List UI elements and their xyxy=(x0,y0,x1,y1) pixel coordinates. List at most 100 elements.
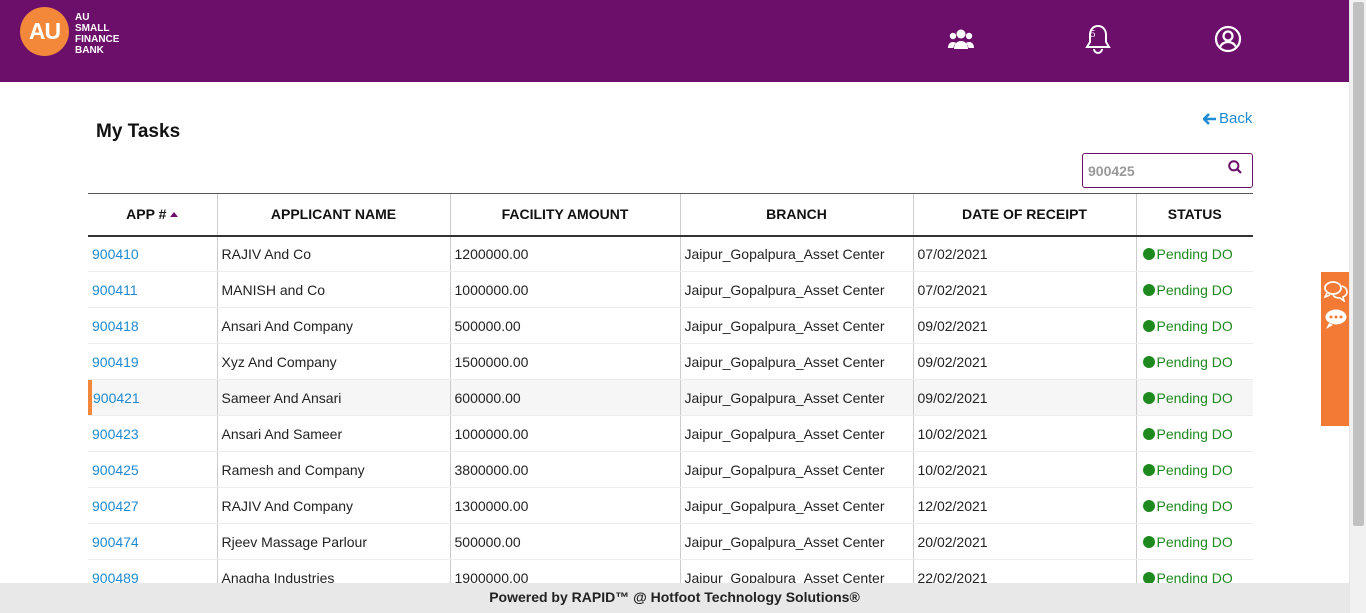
table-row[interactable]: 900427 RAJIV And Company 1300000.00 Jaipur_… xyxy=(88,487,1254,524)
footer: Powered by RAPID™ @ Hotfoot Technology S… xyxy=(0,583,1349,613)
vertical-scrollbar[interactable] xyxy=(1349,0,1366,613)
notification-count: 5 xyxy=(1090,30,1096,40)
table-row[interactable]: 900421 Sameer And Ansari 600000.00 Jaipur_G… xyxy=(88,379,1254,416)
applicant-name-cell: Ansari And Sameer xyxy=(216,415,450,452)
table-row[interactable]: 900423 Ansari And Sameer 1000000.00 Jaipur_… xyxy=(88,415,1253,452)
app-number-link-text[interactable]: 900419 xyxy=(92,354,139,370)
branch-cell: Jaipur_Gopalpura_Asset Center xyxy=(679,523,913,560)
logo-initials: AU xyxy=(28,18,61,44)
date-of-receipt-cell: 09/02/2021 xyxy=(912,307,1136,344)
date-of-receipt-cell: 07/02/2021 xyxy=(912,235,1136,272)
col-facility-amount[interactable]: FACILITY AMOUNT xyxy=(449,193,680,237)
status-cell: Pending DO xyxy=(1135,235,1254,272)
logo-text: AU SMALL FINANCE BANK xyxy=(75,12,135,56)
app-number-link[interactable]: 900423 xyxy=(88,415,217,452)
branch-cell: Jaipur_Gopalpura_Asset Center xyxy=(679,415,913,452)
app-number-link-text[interactable]: 900423 xyxy=(92,426,139,442)
status-badge: Pending DO xyxy=(1141,390,1254,406)
search-input[interactable] xyxy=(1088,162,1223,180)
logo-line: SMALL xyxy=(75,23,110,34)
status-text: Pending DO xyxy=(1156,533,1233,550)
branch-cell: Jaipur_Gopalpura_Asset Center xyxy=(679,379,913,416)
status-dot-icon xyxy=(1142,247,1155,260)
facility-amount-cell: 1000000.00 xyxy=(449,271,680,308)
status-text: Pending DO xyxy=(1156,389,1233,406)
table-row[interactable]: 900474 Rjeev Massage Parlour 500000.00 Jaip… xyxy=(88,523,1253,560)
applicant-name-cell: Ramesh and Company xyxy=(216,451,450,488)
app-number-link[interactable]: 900410 xyxy=(88,235,217,272)
date-of-receipt-cell: 09/02/2021 xyxy=(912,379,1136,416)
status-badge: Pending DO xyxy=(1141,462,1254,478)
app-number-link-text[interactable]: 900418 xyxy=(92,318,139,334)
app-number-link[interactable]: 900418 xyxy=(88,307,217,344)
chat-bubbles-icon[interactable] xyxy=(1323,280,1348,303)
arrow-left-icon xyxy=(1203,112,1216,125)
facility-amount-cell: 500000.00 xyxy=(449,307,680,344)
status-dot-icon xyxy=(1142,427,1155,440)
status-dot-icon xyxy=(1142,319,1155,332)
facility-amount-cell: 1200000.00 xyxy=(449,235,680,272)
status-dot-icon xyxy=(1142,283,1155,296)
logo-line: AU xyxy=(75,12,90,23)
logo-line: BANK xyxy=(75,45,104,56)
col-date-of-receipt[interactable]: DATE OF RECEIPT xyxy=(912,193,1136,237)
status-badge: Pending DO xyxy=(1141,282,1254,298)
status-text: Pending DO xyxy=(1156,425,1233,442)
applicant-name-cell: RAJIV And Co xyxy=(216,235,450,272)
facility-amount-cell: 3800000.00 xyxy=(449,451,680,488)
app-number-link-text[interactable]: 900421 xyxy=(93,390,140,406)
app-number-link[interactable]: 900427 xyxy=(88,487,217,524)
search-icon[interactable] xyxy=(1228,160,1242,179)
app-number-link-text[interactable]: 900474 xyxy=(92,534,139,550)
col-applicant-name[interactable]: APPLICANT NAME xyxy=(216,193,450,237)
col-status[interactable]: STATUS xyxy=(1135,193,1253,237)
applicant-name-cell: Rjeev Massage Parlour xyxy=(216,523,450,560)
status-cell: Pending DO xyxy=(1135,343,1254,380)
app-number-link-text[interactable]: 900410 xyxy=(92,246,139,262)
scrollbar-thumb[interactable] xyxy=(1353,2,1364,526)
facility-amount-cell: 1500000.00 xyxy=(449,343,680,380)
facility-amount-cell: 1300000.00 xyxy=(449,487,680,524)
app-number-link[interactable]: 900419 xyxy=(88,343,217,380)
back-link[interactable]: Back xyxy=(1203,110,1252,127)
logo-line: FINANCE xyxy=(75,34,120,45)
app-number-link[interactable]: 900421 xyxy=(88,379,217,416)
app-number-link-text[interactable]: 900411 xyxy=(92,282,138,298)
status-badge: Pending DO xyxy=(1141,246,1254,262)
users-icon[interactable] xyxy=(944,22,978,56)
status-text: Pending DO xyxy=(1156,497,1233,514)
message-icon[interactable] xyxy=(1324,308,1348,330)
applicant-name-cell: Xyz And Company xyxy=(216,343,450,380)
status-dot-icon xyxy=(1142,355,1155,368)
app-number-link-text[interactable]: 900425 xyxy=(92,462,139,478)
bell-icon[interactable]: 5 xyxy=(1081,22,1115,56)
status-dot-icon xyxy=(1142,463,1155,476)
au-logo[interactable]: AU xyxy=(20,7,69,56)
status-dot-icon xyxy=(1142,535,1155,548)
app-number-link[interactable]: 900474 xyxy=(88,523,217,560)
table-row[interactable]: 900419 Xyz And Company 1500000.00 Jaipur_Go… xyxy=(88,343,1254,380)
side-chat-tab xyxy=(1321,272,1349,426)
table-row[interactable]: 900425 Ramesh and Company 3800000.00 Jaipur… xyxy=(88,451,1254,488)
table-row[interactable]: 900411 MANISH and Co 1000000.00 Jaipur_Gopa… xyxy=(88,271,1254,308)
user-profile-icon[interactable] xyxy=(1211,22,1245,56)
sort-ascending-icon[interactable] xyxy=(170,212,179,218)
status-cell: Pending DO xyxy=(1135,451,1254,488)
column-label: APP # xyxy=(126,206,167,223)
date-of-receipt-cell: 07/02/2021 xyxy=(912,271,1136,308)
col-app-number[interactable]: APP # xyxy=(88,193,217,237)
table-row[interactable]: 900410 RAJIV And Co 1200000.00 Jaipur_Gopal… xyxy=(88,235,1254,272)
status-text: Pending DO xyxy=(1156,353,1233,370)
app-number-link[interactable]: 900411 xyxy=(88,271,217,308)
status-dot-icon xyxy=(1142,571,1155,584)
branch-cell: Jaipur_Gopalpura_Asset Center xyxy=(679,271,913,308)
app-number-link-text[interactable]: 900427 xyxy=(92,498,139,514)
status-badge: Pending DO xyxy=(1141,498,1254,514)
search-box xyxy=(1082,153,1253,188)
table-row[interactable]: 900418 Ansari And Company 500000.00 Jaipur_… xyxy=(88,307,1253,344)
status-badge: Pending DO xyxy=(1141,354,1254,370)
col-branch[interactable]: BRANCH xyxy=(679,193,913,237)
status-dot-icon xyxy=(1142,499,1155,512)
app-number-link[interactable]: 900425 xyxy=(88,451,217,488)
status-text: Pending DO xyxy=(1156,317,1233,334)
